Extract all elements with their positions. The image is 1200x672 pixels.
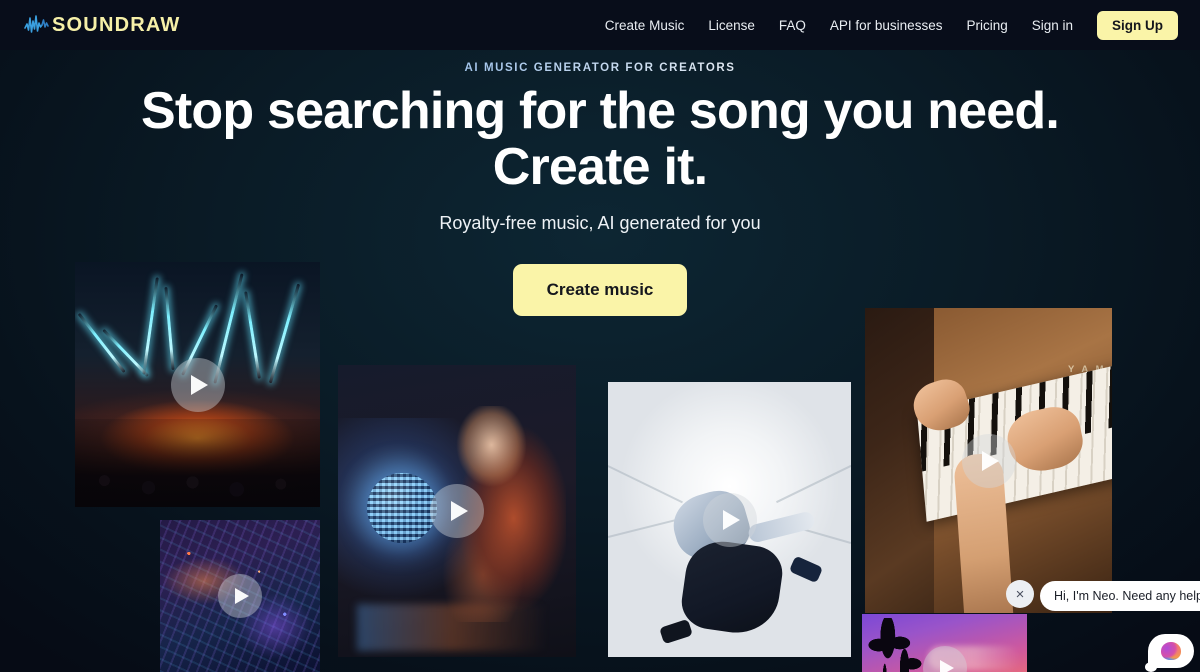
play-icon[interactable] [170,357,225,412]
create-music-button[interactable]: Create music [512,264,688,316]
play-icon[interactable] [218,574,262,618]
nav-link-license[interactable]: License [708,18,755,33]
disco-ball [366,473,437,544]
play-icon[interactable] [961,433,1016,488]
sign-up-button[interactable]: Sign Up [1097,10,1178,40]
media-tile-palm[interactable] [862,614,1027,672]
chat-greeting-bubble[interactable]: Hi, I'm Neo. Need any help? [1040,581,1200,611]
logo-text: SOUNDRAW [52,14,181,36]
headline-line-2: Create it. [492,138,708,197]
dancer-shoe [789,555,824,584]
waveform-icon [24,15,49,33]
main-navigation: Create Music License FAQ API for busines… [605,10,1178,40]
floor-reflection [357,604,548,652]
page-title: Stop searching for the song you need. Cr… [0,83,1200,195]
media-tile-dancer[interactable] [608,382,851,657]
crowd-silhouette [75,418,320,507]
hero-eyebrow: AI MUSIC GENERATOR FOR CREATORS [0,62,1200,74]
laser-beam [141,276,159,375]
media-tile-piano[interactable]: Y A M [865,308,1112,613]
headline-line-1: Stop searching for the song you need. [140,82,1060,140]
media-tile-disco[interactable] [338,365,576,657]
play-icon[interactable] [430,484,484,538]
logo[interactable]: SOUNDRAW [24,14,181,36]
dancer-shoe [659,618,694,644]
laser-beam [269,283,301,383]
hero-section: AI MUSIC GENERATOR FOR CREATORS Stop sea… [0,50,1200,672]
hero-subtitle: Royalty-free music, AI generated for you [439,213,761,233]
media-tile-concert[interactable] [75,262,320,507]
nav-link-sign-in[interactable]: Sign in [1032,18,1073,33]
site-header: SOUNDRAW Create Music License FAQ API fo… [0,0,1200,50]
dancer-arm [746,510,817,545]
media-tile-city[interactable] [160,520,320,672]
play-icon[interactable] [702,492,757,547]
brain-icon [1161,642,1181,660]
laser-beam [244,291,262,380]
nav-link-create-music[interactable]: Create Music [605,18,685,33]
nav-link-api-for-businesses[interactable]: API for businesses [830,18,943,33]
laser-beam [164,286,175,370]
nav-link-pricing[interactable]: Pricing [966,18,1007,33]
chat-launcher-button[interactable] [1145,634,1194,672]
chat-close-icon[interactable]: × [1006,580,1034,608]
nav-link-faq[interactable]: FAQ [779,18,806,33]
